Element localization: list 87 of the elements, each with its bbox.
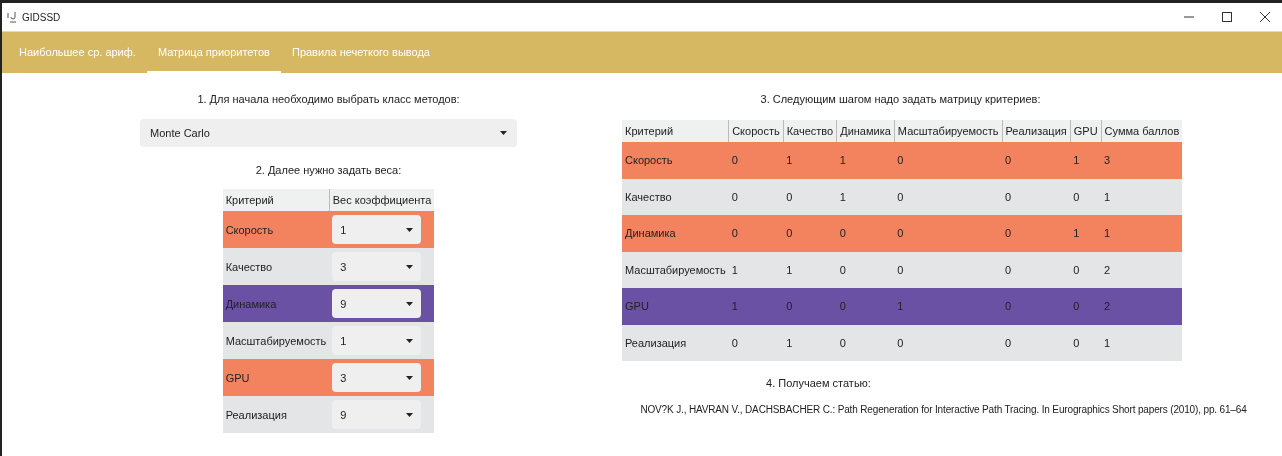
table-cell: Скорость — [622, 142, 729, 179]
table-cell: GPU — [622, 288, 729, 325]
table-cell: 1 — [1101, 215, 1183, 252]
table-cell: 2 — [1101, 251, 1183, 288]
table-cell: 0 — [1002, 251, 1071, 288]
table-cell: 0 — [1002, 288, 1071, 325]
table-cell: 0 — [728, 215, 784, 252]
caret-icon — [406, 412, 414, 417]
table-cell: 0 — [836, 288, 895, 325]
caret-icon — [406, 375, 414, 380]
window-title: GIDSSD — [22, 11, 61, 23]
table-cell: 0 — [1070, 288, 1102, 325]
table-cell: Масштабируемость — [222, 322, 330, 359]
table-cell: 0 — [836, 215, 895, 252]
table-cell: 0 — [1002, 142, 1071, 179]
table-cell: 0 — [1070, 324, 1102, 361]
table-cell: 0 — [783, 215, 837, 252]
weight-dropdown[interactable]: 3 — [332, 252, 422, 281]
table-cell: 1 — [894, 288, 1002, 325]
column-header: Динамика — [836, 120, 895, 142]
step-heading: 1. Для начала необходимо выбрать класс методов: — [197, 93, 460, 105]
column-header: Реализация — [1002, 120, 1071, 142]
table-cell: 0 — [728, 142, 784, 179]
column-header: Критерий — [222, 189, 330, 211]
table-cell: 1 — [1101, 178, 1183, 215]
table-cell: Реализация — [622, 324, 729, 361]
table-cell: GPU — [222, 359, 330, 396]
table-cell: Динамика — [222, 285, 330, 322]
close-icon — [1260, 12, 1270, 22]
caret-icon — [406, 301, 414, 306]
table-cell: 0 — [783, 178, 837, 215]
weight-dropdown[interactable]: 3 — [332, 363, 422, 392]
caret-icon — [406, 227, 414, 232]
column-header: Масштабируемость — [894, 120, 1002, 142]
table-cell: 1 — [836, 142, 895, 179]
caret-icon — [406, 338, 414, 343]
table-cell: 1 — [728, 288, 784, 325]
table-cell: Скорость — [222, 211, 330, 248]
table-cell: 0 — [1002, 178, 1071, 215]
column-header: Сумма баллов — [1101, 120, 1183, 142]
table-cell: 0 — [894, 178, 1002, 215]
step-heading: 2. Далее нужно задать веса: — [255, 164, 402, 176]
app-icon — [6, 11, 18, 23]
weight-dropdown[interactable]: 9 — [332, 289, 422, 318]
weight-dropdown[interactable]: 1 — [332, 215, 422, 244]
table-cell: 0 — [894, 324, 1002, 361]
table-cell: 1 — [1101, 324, 1183, 361]
table-cell: 0 — [894, 215, 1002, 252]
caret-icon — [500, 131, 507, 135]
table-cell: Качество — [622, 178, 729, 215]
method-dropdown[interactable]: Monte Carlo — [140, 119, 517, 147]
step-heading: 4. Получаем статью: — [766, 377, 871, 389]
step-heading: 3. Следующим шагом надо задать матрицу критериев: — [759, 93, 1042, 105]
column-header: Вес коэффициента — [329, 189, 435, 211]
table-cell: 1 — [783, 142, 837, 179]
column-header: Критерий — [622, 120, 729, 142]
table-cell: 3 — [1101, 142, 1183, 179]
table-cell: 1 — [783, 324, 837, 361]
table-cell: 0 — [894, 251, 1002, 288]
table-cell: 0 — [894, 142, 1002, 179]
table-cell: 1 — [1070, 142, 1102, 179]
table-cell: Динамика — [622, 215, 729, 252]
article-citation: NOV?K J., HAVRAN V., DACHSBACHER C.: Path Regeneration for Interactive Path Tracing. In Eurographics Short papers (2010), pp. 61–64 — [640, 404, 1247, 415]
table-cell: 2 — [1101, 288, 1183, 325]
table-cell: 0 — [836, 324, 895, 361]
table-cell: 0 — [1002, 324, 1071, 361]
column-header: GPU — [1070, 120, 1102, 142]
weight-dropdown[interactable]: 9 — [332, 400, 422, 429]
table-cell: 1 — [728, 251, 784, 288]
table-cell: 0 — [783, 288, 837, 325]
table-cell: 1 — [836, 178, 895, 215]
table-cell: Реализация — [222, 396, 330, 433]
table-cell: 1 — [783, 251, 837, 288]
table-cell: 0 — [728, 324, 784, 361]
table-cell: 1 — [1070, 215, 1102, 252]
table-cell: 0 — [1070, 178, 1102, 215]
table-cell: 0 — [1002, 215, 1071, 252]
table-cell: Масштабируемость — [622, 251, 729, 288]
column-header: Скорость — [728, 120, 784, 142]
weight-dropdown[interactable]: 1 — [332, 326, 422, 355]
table-cell: 0 — [1070, 251, 1102, 288]
maximize-icon — [1222, 12, 1232, 22]
table-cell: Качество — [222, 248, 330, 285]
caret-icon — [406, 264, 414, 269]
column-header: Качество — [783, 120, 837, 142]
table-cell: 0 — [728, 178, 784, 215]
table-cell: 0 — [836, 251, 895, 288]
